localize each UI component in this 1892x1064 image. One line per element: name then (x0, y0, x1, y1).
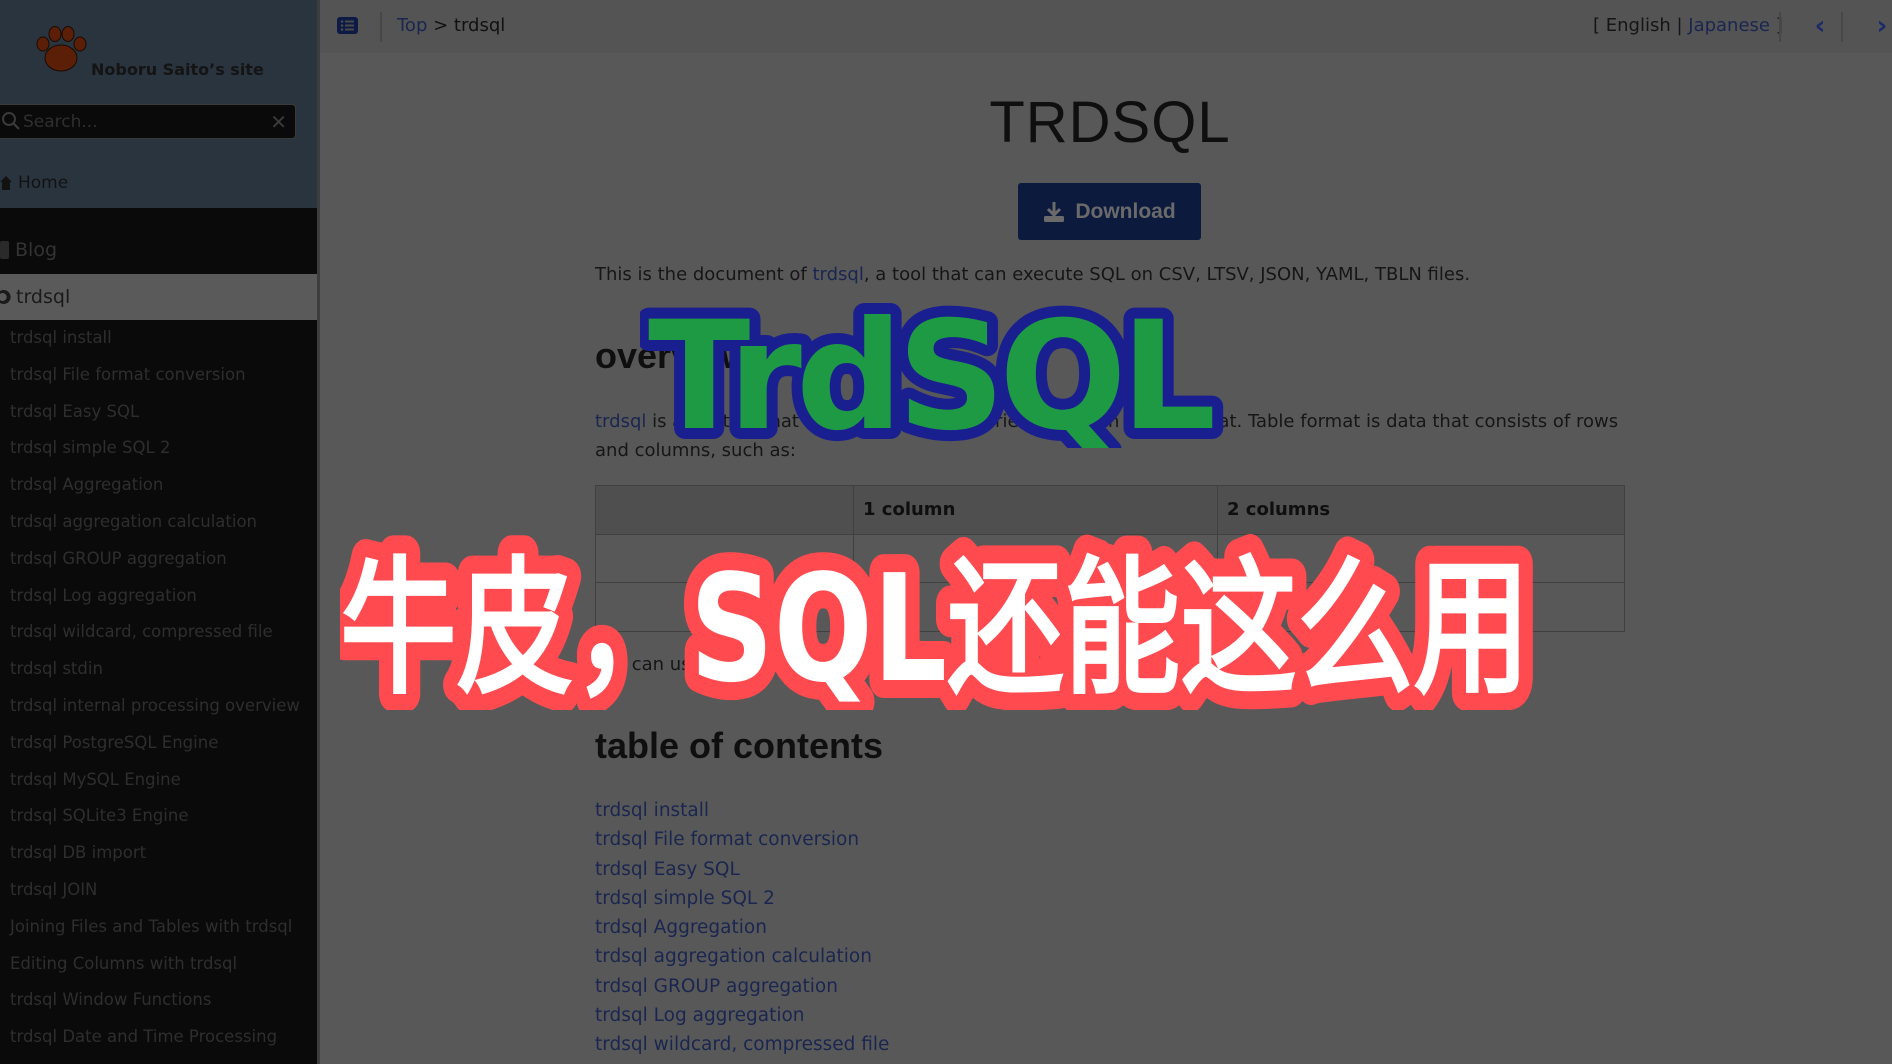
overview-text: is a CLI tool that can execute SQL queri… (595, 411, 1619, 461)
table-header-row: 1 column 2 columns (595, 485, 1625, 535)
table-cell (1217, 582, 1625, 632)
sidebar-item[interactable]: Joining Files and Tables with trdsql (0, 909, 317, 946)
table-header (595, 485, 854, 535)
table-header: 2 columns (1217, 485, 1625, 535)
sidebar-scrollbar[interactable] (317, 0, 320, 1064)
sidebar-item-trdsql[interactable]: trdsql (0, 274, 317, 320)
github-icon (0, 290, 11, 304)
sidebar-item[interactable]: trdsql Easy SQL (0, 394, 317, 431)
sidebar-item[interactable]: Editing Columns with trdsql (0, 946, 317, 983)
sidebar-item[interactable]: trdsql install (0, 320, 317, 357)
home-label: Home (18, 173, 69, 193)
sidebar-item-blog[interactable]: Blog (0, 226, 317, 274)
search-icon (2, 112, 20, 130)
paw-logo-icon[interactable] (36, 26, 90, 72)
toc-link[interactable]: trdsql GROUP aggregation (595, 972, 889, 1001)
bookmark-icon (0, 241, 9, 259)
toc-link[interactable]: trdsql simple SQL 2 (595, 884, 889, 913)
toc-link[interactable]: trdsql install (595, 796, 889, 825)
sidebar-item[interactable]: trdsql File format conversion (0, 357, 317, 394)
lang-bracket: [ (1593, 15, 1606, 36)
toc-link[interactable]: trdsql wildcard, compressed file (595, 1030, 889, 1059)
sidebar-item[interactable]: trdsql internal processing overview (0, 688, 317, 725)
sidebar-item[interactable]: trdsql aggregation calculation (0, 504, 317, 541)
sidebar-item[interactable]: trdsql Date and Time Processing (0, 1019, 317, 1056)
overview-heading: overview (595, 335, 750, 376)
table-header: 1 column (853, 485, 1218, 535)
chevron-right-icon: › (1876, 11, 1888, 41)
toc-link[interactable]: trdsql Easy SQL (595, 855, 889, 884)
download-icon (1044, 201, 1065, 222)
toc-link[interactable]: trdsql aggregation calculation (595, 942, 889, 971)
prev-page-button[interactable]: ‹ (1808, 12, 1832, 40)
table-cell (1217, 533, 1625, 583)
download-label: Download (1075, 199, 1176, 223)
table-cell (853, 582, 1218, 632)
toc-list: trdsql install trdsql File format conver… (595, 796, 889, 1060)
sidebar-item[interactable]: trdsql DB import (0, 835, 317, 872)
sidebar-item[interactable]: trdsql Aggregation (0, 467, 317, 504)
sidebar-item[interactable]: trdsql wildcard, compressed file (0, 614, 317, 651)
breadcrumb: Top > trdsql (397, 15, 505, 36)
divider (1779, 12, 1781, 42)
lang-japanese-link[interactable]: Japanese (1688, 15, 1770, 36)
table-cell (853, 533, 1218, 583)
sidebar: Noboru Saito’s site ✕ Home Blog (0, 0, 317, 1064)
sidebar-item[interactable]: trdsql stdin (0, 651, 317, 688)
app: Noboru Saito’s site ✕ Home Blog (0, 0, 1892, 1064)
search-input[interactable] (23, 108, 263, 135)
sidebar-item[interactable]: trdsql GROUP aggregation (0, 541, 317, 578)
intro-paragraph: This is the document of trdsql, a tool t… (595, 260, 1625, 289)
home-icon (0, 176, 12, 190)
top-bar: Top > trdsql [ English | Japanese ] ‹ › (320, 0, 1892, 53)
sidebar-item-home[interactable]: Home (0, 170, 68, 196)
table-row (595, 582, 1625, 632)
overview-paragraph: trdsql is a CLI tool that can execute SQ… (595, 407, 1625, 465)
breadcrumb-separator: > (427, 15, 454, 36)
table-row (595, 533, 1625, 583)
divider (380, 12, 382, 42)
language-switcher: [ English | Japanese ] (1593, 15, 1783, 36)
table-cell (595, 533, 854, 583)
sidebar-item[interactable]: trdsql Window Functions (0, 982, 317, 1019)
sidebar-item[interactable]: trdsql simple SQL 2 (0, 430, 317, 467)
sidebar-header: Noboru Saito’s site ✕ Home (0, 0, 317, 208)
sidebar-item[interactable]: trdsql SQLite3 Engine (0, 798, 317, 835)
after-table-paragraph: You can use the results of SQL queries o… (595, 654, 1059, 675)
site-name[interactable]: Noboru Saito’s site (91, 60, 264, 79)
sidebar-item[interactable]: trdsql MySQL Engine (0, 762, 317, 799)
blog-label: Blog (15, 239, 57, 261)
next-page-button[interactable]: › (1870, 12, 1892, 40)
breadcrumb-top-link[interactable]: Top (397, 15, 427, 36)
clear-search-icon[interactable]: ✕ (270, 110, 287, 134)
chevron-left-icon: ‹ (1814, 11, 1826, 41)
intro-text: This is the document of (595, 264, 813, 285)
page-title: TRDSQL (989, 90, 1231, 155)
divider (1841, 12, 1843, 42)
sidebar-item[interactable]: trdsql Log aggregation (0, 578, 317, 615)
sidebar-item[interactable]: trdsql PostgreSQL Engine (0, 725, 317, 762)
active-section-label: trdsql (16, 286, 71, 308)
intro-text: , a tool that can execute SQL on CSV, LT… (863, 264, 1471, 285)
table-cell (595, 582, 854, 632)
breadcrumb-current: trdsql (453, 15, 506, 36)
format-table: 1 column 2 columns (595, 485, 1625, 632)
trdsql-link[interactable]: trdsql (595, 411, 646, 432)
toc-heading: table of contents (595, 725, 884, 766)
download-button[interactable]: Download (1018, 183, 1201, 240)
list-icon (340, 20, 354, 31)
toc-toggle-button[interactable] (337, 17, 358, 34)
lang-separator: | (1670, 15, 1689, 36)
trdsql-link[interactable]: trdsql (812, 264, 863, 285)
lang-english: English (1605, 15, 1671, 36)
toc-link[interactable]: trdsql Log aggregation (595, 1001, 889, 1030)
search-box[interactable]: ✕ (0, 104, 296, 139)
sidebar-list: trdsql install trdsql File format conver… (0, 320, 317, 1056)
toc-link[interactable]: trdsql File format conversion (595, 825, 889, 854)
toc-link[interactable]: trdsql Aggregation (595, 913, 889, 942)
sidebar-item[interactable]: trdsql JOIN (0, 872, 317, 909)
